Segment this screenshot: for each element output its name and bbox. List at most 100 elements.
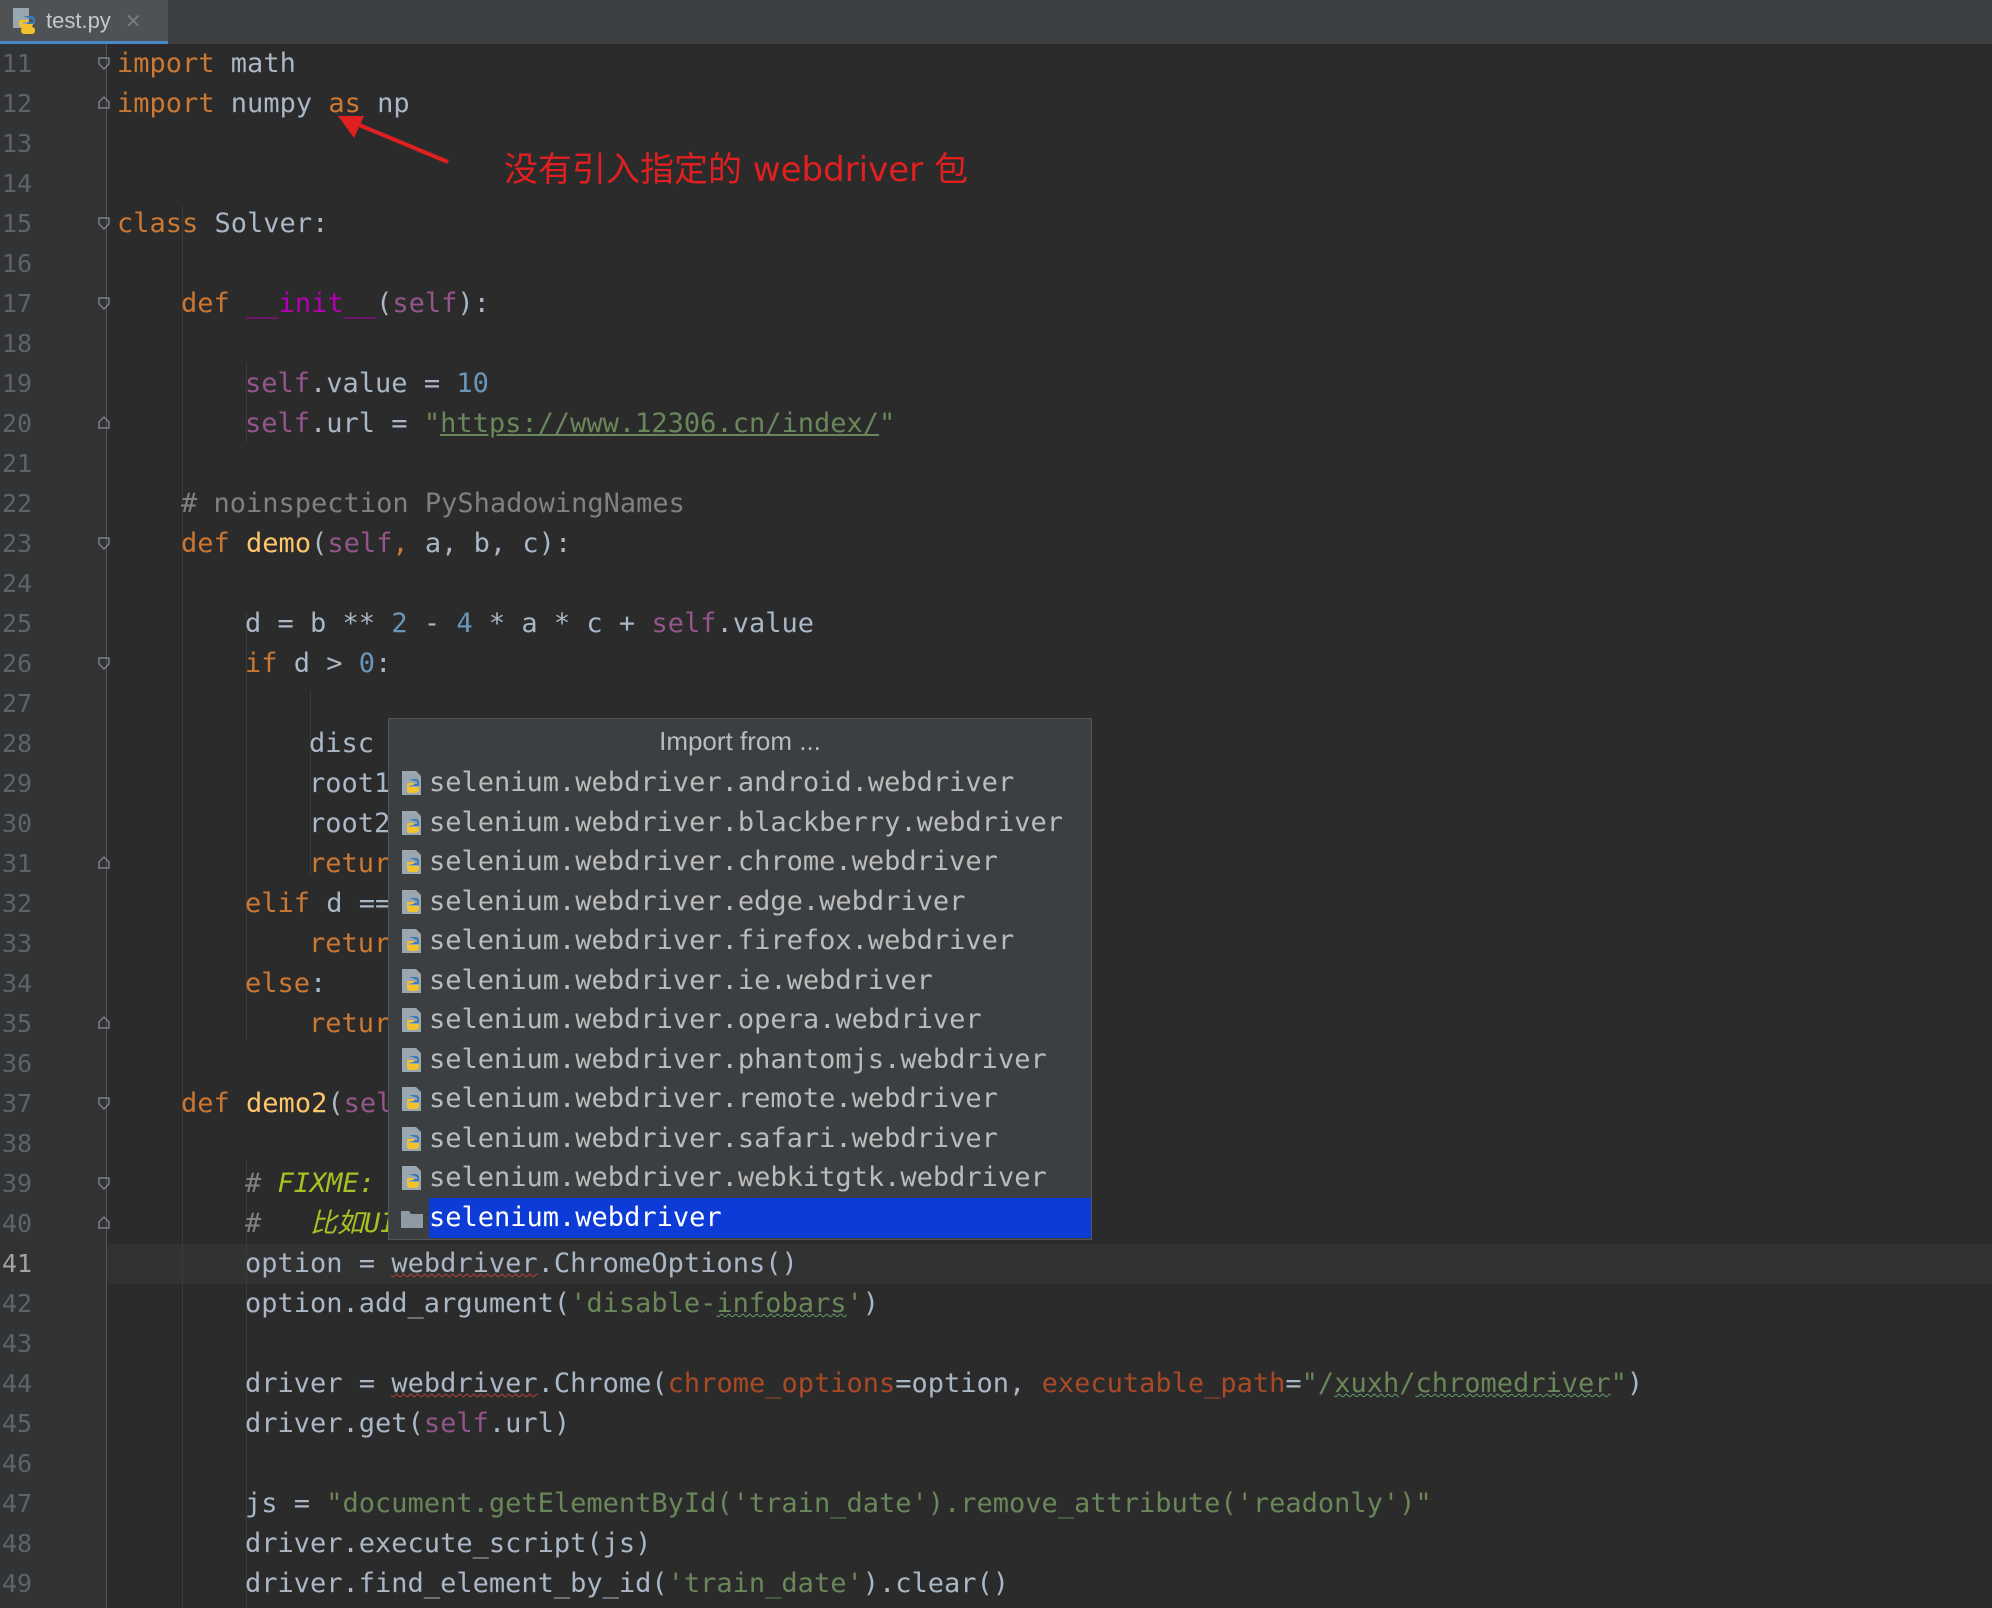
fold-marker-icon[interactable] xyxy=(97,1096,111,1110)
code-line-26[interactable]: if d > 0: xyxy=(245,644,391,684)
fold-end-icon[interactable] xyxy=(97,856,111,870)
code-line-37[interactable]: def demo2(sel xyxy=(181,1084,392,1124)
python-module-icon xyxy=(402,968,421,993)
code-line-47[interactable]: js = "document.getElementById('train_dat… xyxy=(245,1484,1432,1524)
fold-end-icon[interactable] xyxy=(97,96,111,110)
code-text: .url) xyxy=(488,1408,571,1439)
line-number: 47 xyxy=(2,1489,33,1518)
line-number: 13 xyxy=(2,129,33,158)
unresolved-reference[interactable]: webdriver xyxy=(391,1368,537,1399)
code-line-28[interactable]: disc xyxy=(309,724,374,764)
python-module-icon xyxy=(402,889,421,914)
fold-marker-icon[interactable] xyxy=(97,216,111,230)
unresolved-reference[interactable]: webdriver xyxy=(391,1248,537,1279)
close-icon[interactable]: ✕ xyxy=(125,9,142,33)
fold-marker-icon[interactable] xyxy=(97,656,111,670)
code-text: ) xyxy=(1626,1368,1644,1399)
code-text: : xyxy=(375,648,392,679)
fold-marker-icon[interactable] xyxy=(97,536,111,550)
url-link[interactable]: https://www.12306.cn/index/ xyxy=(440,408,879,439)
fold-end-icon[interactable] xyxy=(97,416,111,430)
string-literal: " xyxy=(1610,1368,1627,1399)
code-line-48[interactable]: driver.execute_script(js) xyxy=(245,1524,651,1564)
import-from-popup[interactable]: Import from ... selenium.webdriver.andro… xyxy=(388,718,1092,1240)
code-text: * a * c + xyxy=(472,608,652,639)
fold-marker-icon[interactable] xyxy=(97,296,111,310)
code-line-15[interactable]: class Solver: xyxy=(117,204,328,244)
import-option-label: selenium.webdriver.safari.webdriver xyxy=(429,1122,998,1154)
code-line-19[interactable]: self.value = 10 xyxy=(245,364,489,404)
import-option[interactable]: selenium.webdriver.ie.webdriver xyxy=(389,961,1091,1001)
string-literal: "document.getElementById('train_date').r… xyxy=(326,1488,1432,1519)
import-option[interactable]: selenium.webdriver.firefox.webdriver xyxy=(389,921,1091,961)
number-literal: 4 xyxy=(456,608,473,639)
code-text: ) xyxy=(862,1288,879,1319)
code-text: Solver: xyxy=(198,208,329,239)
line-number: 46 xyxy=(2,1449,33,1478)
code-line-34[interactable]: else: xyxy=(245,964,326,1004)
code-line-23[interactable]: def demo(self, a, b, c): xyxy=(181,524,571,564)
line-number: 45 xyxy=(2,1409,33,1438)
code-line-40[interactable]: # 比如UI xyxy=(245,1204,397,1244)
code-line-31[interactable]: retur xyxy=(309,844,390,884)
import-option[interactable]: selenium.webdriver.phantomjs.webdriver xyxy=(389,1040,1091,1080)
code-line-41[interactable]: option = webdriver.ChromeOptions() xyxy=(245,1244,798,1284)
fold-marker-icon[interactable] xyxy=(97,1176,111,1190)
keyword: def xyxy=(181,288,230,319)
code-line-25[interactable]: d = b ** 2 - 4 * a * c + self.value xyxy=(245,604,814,644)
code-line-45[interactable]: driver.get(self.url) xyxy=(245,1404,570,1444)
import-option[interactable]: selenium.webdriver.android.webdriver xyxy=(389,763,1091,803)
python-module-icon xyxy=(402,1126,421,1151)
import-option[interactable]: selenium.webdriver.webkitgtk.webdriver xyxy=(389,1158,1091,1198)
line-number: 39 xyxy=(2,1169,33,1198)
keyword: import xyxy=(117,48,215,79)
fold-end-icon[interactable] xyxy=(97,1216,111,1230)
code-line-32[interactable]: elif d == xyxy=(245,884,391,924)
typo-warning: infobars xyxy=(716,1288,847,1319)
function-name: __init__ xyxy=(246,288,377,319)
code-line-29[interactable]: root1 xyxy=(309,764,390,804)
tab-test-py[interactable]: test.py ✕ xyxy=(0,0,168,44)
self-keyword: self xyxy=(327,528,393,559)
python-file-icon xyxy=(13,7,35,34)
code-text: driver.find_element_by_id( xyxy=(245,1568,668,1599)
code-text: ( xyxy=(376,288,393,319)
code-line-33[interactable]: retur xyxy=(309,924,390,964)
self-keyword: sel xyxy=(343,1088,393,1119)
string-literal: "/ xyxy=(1301,1368,1335,1399)
code-line-11[interactable]: import math xyxy=(117,44,296,84)
code-text: option.add_argument( xyxy=(245,1288,571,1319)
code-text: driver.get( xyxy=(245,1408,424,1439)
code-line-42[interactable]: option.add_argument('disable-infobars') xyxy=(245,1284,879,1324)
code-line-39[interactable]: # FIXME: xyxy=(245,1164,375,1204)
code-line-20[interactable]: self.url = "https://www.12306.cn/index/" xyxy=(245,404,895,444)
line-number: 36 xyxy=(2,1049,33,1078)
import-option[interactable]: selenium.webdriver.chrome.webdriver xyxy=(389,842,1091,882)
fold-marker-icon[interactable] xyxy=(97,56,111,70)
import-option[interactable]: selenium.webdriver.remote.webdriver xyxy=(389,1079,1091,1119)
import-option[interactable]: selenium.webdriver xyxy=(389,1197,1091,1238)
string-literal: 'disable- xyxy=(570,1288,717,1319)
string-literal: / xyxy=(1399,1368,1416,1399)
line-number: 24 xyxy=(2,569,33,598)
line-number: 38 xyxy=(2,1129,33,1158)
red-arrow-icon xyxy=(338,116,449,164)
import-option[interactable]: selenium.webdriver.blackberry.webdriver xyxy=(389,803,1091,843)
fold-end-icon[interactable] xyxy=(97,1016,111,1030)
code-line-22[interactable]: # noinspection PyShadowingNames xyxy=(181,484,685,524)
import-option[interactable]: selenium.webdriver.safari.webdriver xyxy=(389,1119,1091,1159)
line-number: 30 xyxy=(2,809,33,838)
code-line-17[interactable]: def __init__(self): xyxy=(181,284,490,324)
code-line-35[interactable]: retur xyxy=(309,1004,390,1044)
import-option[interactable]: selenium.webdriver.opera.webdriver xyxy=(389,1000,1091,1040)
code-line-49[interactable]: driver.find_element_by_id('train_date').… xyxy=(245,1564,1009,1604)
import-option[interactable]: selenium.webdriver.edge.webdriver xyxy=(389,882,1091,922)
code-text: a, b, c): xyxy=(408,528,572,559)
import-option-label: selenium.webdriver.firefox.webdriver xyxy=(429,925,1015,956)
code-text: ): xyxy=(457,288,490,319)
code-line-44[interactable]: driver = webdriver.Chrome(chrome_options… xyxy=(245,1364,1643,1404)
code-line-30[interactable]: root2 xyxy=(309,804,390,844)
code-text: .ChromeOptions() xyxy=(537,1248,798,1279)
code-text: numpy xyxy=(214,88,329,119)
keyword-argument: executable_path xyxy=(1041,1368,1286,1399)
